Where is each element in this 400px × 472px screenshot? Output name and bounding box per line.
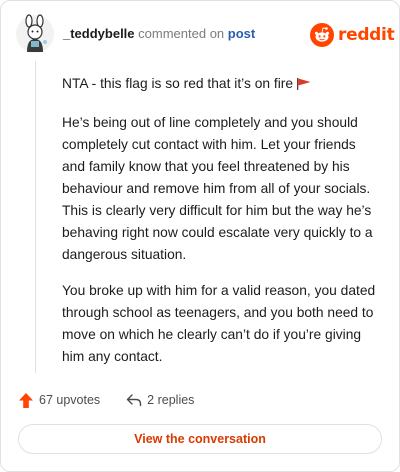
- reddit-alien-icon: [310, 23, 334, 47]
- comment-paragraph: He’s being out of line completely and yo…: [62, 115, 373, 262]
- reply-count: 2 replies: [147, 393, 195, 407]
- comment-paragraph: You broke up with him for a valid reason…: [62, 283, 376, 364]
- comment-header: _teddybelle commented on post: [63, 26, 255, 42]
- replies-button[interactable]: 2 replies: [126, 393, 194, 407]
- action-text: commented on: [138, 26, 225, 41]
- comment-footer: 67 upvotes 2 replies: [18, 389, 194, 411]
- post-link[interactable]: post: [228, 26, 255, 41]
- upvote-count: 67 upvotes: [39, 393, 101, 407]
- brand-wordmark: reddit: [338, 25, 395, 45]
- embedded-comment-card: _teddybelle commented on post reddit NTA…: [0, 0, 400, 472]
- user-avatar[interactable]: [15, 14, 55, 54]
- username-link[interactable]: _teddybelle: [63, 26, 135, 41]
- red-flag-icon: [296, 76, 312, 98]
- thread-line: [35, 61, 36, 373]
- comment-paragraph-text: NTA - this flag is so red that it’s on f…: [62, 76, 294, 91]
- reply-arrow-icon: [126, 394, 142, 407]
- comment-body: NTA - this flag is so red that it’s on f…: [62, 73, 382, 382]
- upvote-button[interactable]: 67 upvotes: [18, 392, 100, 409]
- comment-paragraph: NTA - this flag is so red that it’s on f…: [62, 73, 382, 98]
- upvote-arrow-icon: [19, 392, 33, 408]
- view-conversation-button[interactable]: View the conversation: [18, 424, 382, 454]
- reddit-logo[interactable]: reddit: [310, 22, 395, 48]
